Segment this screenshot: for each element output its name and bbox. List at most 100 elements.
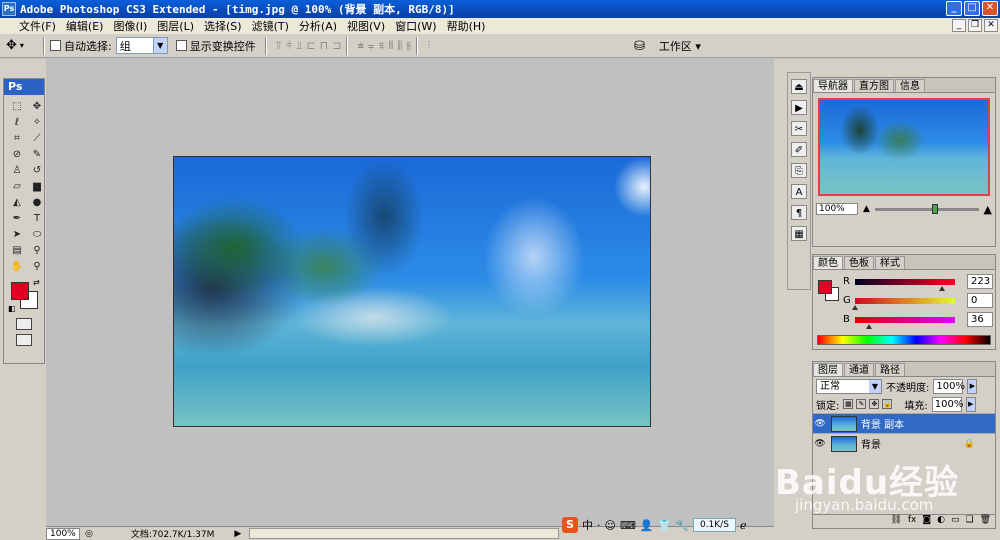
skin-icon[interactable]: 👕 — [658, 519, 672, 532]
layer-row-background[interactable]: 👁 背景 🔒 — [813, 433, 995, 453]
slider-knob[interactable] — [931, 203, 938, 214]
menu-view[interactable]: 视图(V) — [342, 18, 390, 34]
sogou-icon[interactable]: S — [562, 517, 578, 533]
new-group-icon[interactable]: ▭ — [951, 515, 960, 528]
swap-colors-icon[interactable]: ⇄ — [33, 278, 40, 287]
browser-icon[interactable]: ℯ — [740, 519, 747, 532]
lasso-tool-icon[interactable]: ℓ — [9, 115, 25, 130]
emoji-icon[interactable]: ☺ — [605, 519, 616, 532]
fill-field[interactable]: 100% — [931, 396, 963, 412]
character-panel-icon[interactable]: A — [791, 184, 807, 199]
navigator-zoom-slider[interactable] — [874, 203, 979, 214]
maximize-button[interactable]: □ — [964, 1, 980, 16]
align-right-icon[interactable]: ⊐ — [332, 39, 341, 53]
distribute-top-icon[interactable]: ⩧ — [357, 39, 363, 53]
slice-tool-icon[interactable]: ⟋ — [29, 131, 45, 146]
workspace-menu-button[interactable]: 工作区 ▾ — [655, 38, 705, 54]
red-value-field[interactable]: 223 — [967, 274, 993, 289]
layer-row-background-copy[interactable]: 👁 背景 副本 — [813, 413, 995, 433]
blue-slider-handle[interactable] — [866, 323, 872, 329]
tab-swatches[interactable]: 色板 — [844, 256, 874, 269]
horizontal-scrollbar[interactable] — [249, 528, 560, 539]
red-slider[interactable] — [855, 278, 955, 291]
tab-channels[interactable]: 通道 — [844, 363, 874, 376]
auto-align-icon[interactable]: ⫶ — [427, 39, 430, 53]
menu-select[interactable]: 选择(S) — [199, 18, 247, 34]
pen-tool-icon[interactable]: ✒ — [9, 211, 25, 226]
align-hcenter-icon[interactable]: ⊓ — [320, 39, 329, 53]
distribute-hcenter-icon[interactable]: ⫼ — [397, 39, 402, 53]
align-vcenter-icon[interactable]: ⫩ — [286, 39, 292, 53]
lock-all-icon[interactable]: 🔒 — [882, 399, 893, 409]
auto-select-checkbox[interactable]: 自动选择: — [50, 38, 112, 54]
auto-select-dropdown[interactable]: 组 ▼ — [115, 37, 168, 54]
tab-paths[interactable]: 路径 — [875, 363, 905, 376]
tab-navigator[interactable]: 导航器 — [813, 79, 853, 92]
menu-file[interactable]: 文件(F) — [14, 18, 61, 34]
user-icon[interactable]: 👤 — [640, 519, 654, 532]
path-selection-tool-icon[interactable]: ➤ — [9, 227, 25, 242]
doc-minimize-button[interactable]: _ — [952, 19, 966, 32]
show-transform-checkbox[interactable]: 显示变换控件 — [175, 38, 256, 54]
link-layers-icon[interactable]: ⛓ — [890, 515, 901, 528]
menu-image[interactable]: 图像(I) — [108, 18, 152, 34]
doc-restore-button[interactable]: ❐ — [968, 19, 982, 32]
distribute-bottom-icon[interactable]: ⩨ — [378, 39, 384, 53]
tab-color[interactable]: 颜色 — [813, 256, 843, 269]
move-tool-icon[interactable]: ✥ — [29, 99, 45, 114]
notes-tool-icon[interactable]: ▤ — [9, 243, 25, 258]
checkbox-box[interactable] — [50, 40, 61, 51]
fill-arrow-icon[interactable]: ▶ — [965, 396, 976, 412]
marquee-tool-icon[interactable]: ⬚ — [9, 99, 25, 114]
tab-layers[interactable]: 图层 — [813, 363, 843, 376]
quick-mask-icon[interactable] — [16, 318, 32, 330]
red-slider-handle[interactable] — [939, 285, 945, 291]
blue-value-field[interactable]: 36 — [967, 312, 993, 327]
navigator-preview[interactable] — [818, 98, 990, 196]
paragraph-panel-icon[interactable]: ¶ — [791, 205, 807, 220]
menu-filter[interactable]: 滤镜(T) — [247, 18, 294, 34]
document-image[interactable] — [173, 156, 651, 427]
tab-info[interactable]: 信息 — [895, 79, 925, 92]
type-tool-icon[interactable]: T — [29, 211, 45, 226]
blur-tool-icon[interactable]: ◭ — [9, 195, 25, 210]
status-menu-arrow-icon[interactable]: ▶ — [234, 529, 241, 539]
align-left-icon[interactable]: ⊏ — [306, 39, 315, 53]
opacity-field[interactable]: 100% — [933, 378, 965, 394]
gradient-tool-icon[interactable]: ▆ — [29, 179, 45, 194]
close-button[interactable]: ✕ — [982, 1, 998, 16]
adjustment-layer-icon[interactable]: ◐ — [937, 515, 945, 528]
distribute-left-icon[interactable]: ⫴ — [389, 39, 394, 53]
bridge-icon[interactable]: ⛁ — [634, 39, 645, 54]
menu-help[interactable]: 帮助(H) — [442, 18, 491, 34]
ime-mode[interactable]: 中 — [582, 517, 593, 533]
blue-slider[interactable] — [855, 316, 955, 329]
history-brush-tool-icon[interactable]: ↺ — [29, 163, 45, 178]
tool-presets-icon[interactable]: ✂ — [791, 121, 807, 136]
lock-transparency-icon[interactable]: ▦ — [843, 399, 854, 409]
status-info-icon[interactable]: ◎ — [85, 529, 93, 539]
tools-icon[interactable]: 🔧 — [675, 519, 689, 532]
layer-mask-icon[interactable]: ◙ — [922, 515, 931, 528]
eyedropper-tool-icon[interactable]: ⚲ — [29, 243, 45, 258]
align-bottom-icon[interactable]: ⫫ — [296, 39, 302, 53]
lock-position-icon[interactable]: ✥ — [869, 399, 880, 409]
green-slider[interactable] — [852, 297, 955, 310]
healing-brush-tool-icon[interactable]: ⊘ — [9, 147, 25, 162]
clone-stamp-tool-icon[interactable]: ♙ — [9, 163, 25, 178]
color-panel-foreground-swatch[interactable] — [818, 280, 832, 294]
doc-close-button[interactable]: ✕ — [984, 19, 998, 32]
zoom-tool-icon[interactable]: ⚲ — [29, 259, 45, 274]
layer-style-icon[interactable]: fx — [908, 515, 917, 528]
shape-tool-icon[interactable]: ⬭ — [29, 227, 45, 242]
move-tool-preset[interactable]: ✥ ▾ — [6, 36, 38, 56]
clone-source-icon[interactable]: ⎘ — [791, 163, 807, 178]
foreground-color-swatch[interactable] — [11, 282, 29, 300]
distribute-right-icon[interactable]: ⫵ — [406, 39, 411, 53]
dodge-tool-icon[interactable]: ● — [29, 195, 45, 210]
green-slider-handle[interactable] — [852, 304, 858, 310]
punctuation-icon[interactable]: · — [597, 519, 601, 532]
screen-mode-icon[interactable] — [16, 334, 32, 346]
color-spectrum-bar[interactable] — [817, 335, 991, 345]
eye-icon[interactable]: 👁 — [813, 419, 827, 429]
